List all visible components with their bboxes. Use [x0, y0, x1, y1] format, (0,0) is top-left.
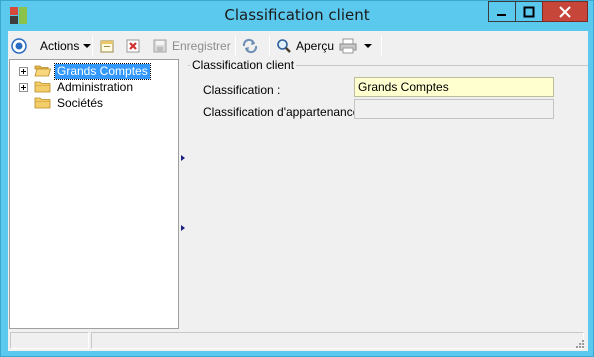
- close-icon: [559, 5, 571, 18]
- toolbar-separator: [269, 35, 270, 56]
- delete-icon: [126, 39, 140, 52]
- classification-tree[interactable]: Grands Comptes Administration Sociétés: [9, 59, 179, 329]
- toolbar-separator: [381, 35, 382, 56]
- printer-icon: [339, 38, 357, 53]
- new-button[interactable]: [99, 35, 115, 56]
- client-area: Actions Enregistrer Aperçu Grands Compte…: [8, 31, 588, 351]
- print-button[interactable]: [339, 35, 357, 56]
- toolbar-separator: [235, 35, 236, 56]
- circle-target-icon: [11, 37, 27, 54]
- preview-label: Aperçu: [296, 38, 335, 53]
- maximize-icon: [523, 6, 535, 17]
- tree-item-label: Sociétés: [57, 95, 104, 110]
- minimize-button[interactable]: [488, 1, 516, 22]
- chevron-down-icon: [83, 43, 92, 48]
- save-icon: [153, 39, 167, 52]
- toolbar-separator: [92, 35, 93, 56]
- status-bar: [8, 330, 588, 351]
- status-cell: [91, 332, 584, 349]
- folder-icon: [34, 97, 51, 109]
- actions-menu-button[interactable]: Actions: [40, 35, 92, 56]
- toolbar: Actions Enregistrer Aperçu: [8, 31, 588, 59]
- expand-icon[interactable]: [19, 66, 28, 76]
- refresh-icon: [242, 38, 258, 53]
- delete-button[interactable]: [125, 35, 141, 56]
- status-cell: [10, 332, 89, 349]
- new-record-icon: [100, 40, 114, 52]
- save-label: Enregistrer: [172, 38, 231, 53]
- preview-button[interactable]: Aperçu: [276, 35, 334, 56]
- chevron-down-icon: [364, 43, 372, 48]
- parent-classification-label: Classification d'appartenance :: [203, 105, 367, 119]
- magnifier-icon: [277, 38, 291, 53]
- home-button[interactable]: [11, 35, 27, 56]
- tree-item-label: Administration: [57, 79, 134, 94]
- classification-label: Classification :: [203, 83, 281, 97]
- parent-classification-field[interactable]: [354, 99, 554, 119]
- refresh-button[interactable]: [241, 35, 259, 56]
- expand-icon[interactable]: [19, 82, 28, 92]
- folder-icon: [34, 81, 51, 93]
- print-options-dropdown[interactable]: [364, 35, 372, 56]
- collapse-arrow-icon[interactable]: [181, 155, 185, 161]
- application-window: Classification client Actions Enregistre…: [0, 0, 594, 357]
- maximize-button[interactable]: [515, 1, 543, 22]
- tree-item-label: Grands Comptes: [54, 62, 151, 80]
- close-button[interactable]: [542, 1, 588, 22]
- resize-grip-icon[interactable]: [574, 338, 584, 348]
- minimize-icon: [497, 13, 506, 16]
- title-bar[interactable]: Classification client: [1, 1, 593, 31]
- actions-label: Actions: [40, 38, 80, 53]
- folder-open-icon: [34, 65, 51, 77]
- panel-splitter[interactable]: [180, 59, 186, 329]
- group-title: Classification client: [190, 58, 297, 72]
- classification-field[interactable]: Grands Comptes: [354, 77, 554, 97]
- collapse-arrow-icon[interactable]: [181, 225, 185, 231]
- save-button[interactable]: Enregistrer: [152, 35, 231, 56]
